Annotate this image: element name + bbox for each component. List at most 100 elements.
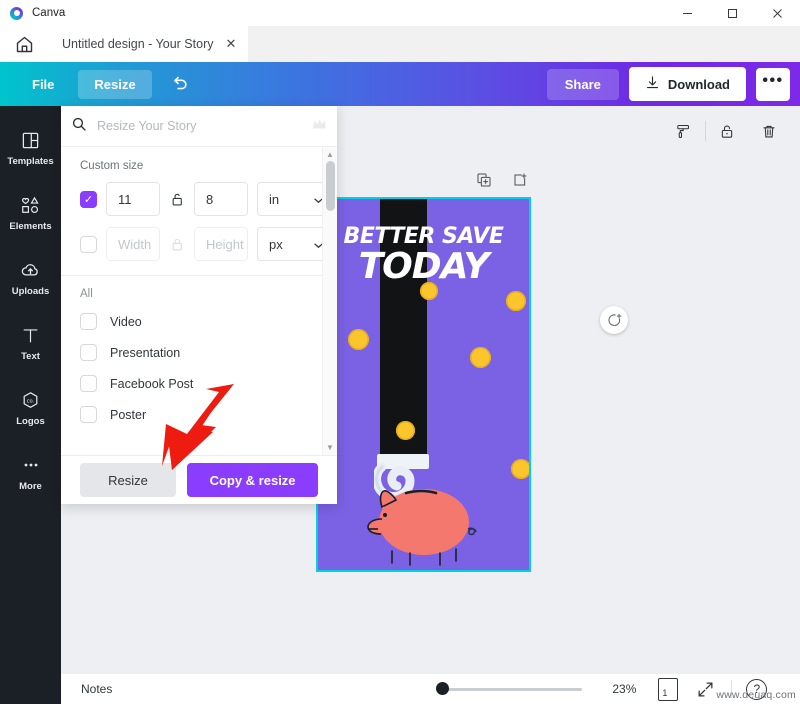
top-bar-actions: Share Download •••: [547, 67, 790, 101]
sidebar-item-templates[interactable]: Templates: [0, 120, 61, 175]
file-menu-button[interactable]: File: [18, 70, 68, 99]
sidebar-item-text[interactable]: Text: [0, 315, 61, 370]
option-checkbox[interactable]: [80, 344, 97, 361]
coin-graphic: [420, 282, 438, 300]
add-page-icon[interactable]: [512, 172, 528, 193]
page-count-icon[interactable]: 1: [658, 678, 678, 701]
lock-open-icon[interactable]: [169, 192, 185, 207]
page-tools: [476, 172, 528, 193]
sidebar-item-label: Templates: [7, 156, 53, 167]
search-icon: [71, 116, 87, 137]
sidebar-item-label: Uploads: [12, 286, 49, 297]
lock-closed-icon[interactable]: [169, 237, 185, 252]
unit-select-1-value: in: [269, 192, 279, 207]
download-label: Download: [668, 77, 730, 92]
left-sidebar: Templates Elements Uploads: [0, 106, 61, 704]
logo-hexagon-icon: co.: [20, 389, 41, 411]
sidebar-item-label: Text: [21, 351, 40, 362]
canva-editor-window: Canva Untitled design - Your Story ✕: [0, 0, 800, 704]
option-label: Poster: [110, 408, 146, 422]
download-button[interactable]: Download: [629, 67, 746, 101]
notes-button[interactable]: Notes: [81, 682, 112, 696]
minimize-icon[interactable]: [665, 0, 710, 26]
document-tab-label: Untitled design - Your Story: [62, 37, 213, 51]
share-button[interactable]: Share: [547, 69, 619, 100]
paint-roller-icon[interactable]: [662, 123, 705, 140]
sidebar-item-label: More: [19, 481, 42, 492]
height-input-1[interactable]: 8: [194, 182, 248, 216]
undo-arrow-icon[interactable]: [168, 73, 190, 95]
home-icon[interactable]: [0, 26, 48, 62]
resize-search-input[interactable]: Resize Your Story: [97, 119, 196, 133]
width-input-1[interactable]: 11: [106, 182, 160, 216]
design-heading-line2: TODAY: [318, 246, 529, 287]
resize-menu-button[interactable]: Resize: [78, 70, 151, 99]
sidebar-item-uploads[interactable]: Uploads: [0, 250, 61, 305]
more-dots-icon: [21, 454, 41, 476]
close-icon[interactable]: ✕: [223, 36, 238, 52]
rotate-handle-icon[interactable]: [600, 306, 628, 334]
zoom-slider[interactable]: [442, 688, 582, 691]
svg-text:co.: co.: [27, 398, 35, 404]
lock-open-icon[interactable]: [706, 123, 748, 140]
scrollbar-thumb[interactable]: [326, 161, 335, 211]
unit-select-2-value: px: [269, 237, 283, 252]
os-title-bar: Canva: [0, 0, 800, 26]
sidebar-item-logos[interactable]: co. Logos: [0, 380, 61, 435]
zoom-slider-track[interactable]: [442, 688, 582, 691]
more-options-button[interactable]: •••: [756, 68, 790, 101]
text-t-icon: [21, 324, 40, 346]
height-input-2[interactable]: Height: [194, 227, 248, 261]
editor-top-bar: File Resize Share Download •••: [0, 62, 800, 106]
coin-graphic: [470, 347, 491, 368]
crown-premium-icon: [312, 117, 327, 135]
option-checkbox[interactable]: [80, 375, 97, 392]
resize-option-presentation[interactable]: Presentation: [61, 337, 337, 368]
design-page[interactable]: ☻ BETTER SAVE TODAY: [318, 199, 529, 570]
maximize-icon[interactable]: [710, 0, 755, 26]
app-name: Canva: [32, 7, 65, 19]
trash-icon[interactable]: [748, 123, 790, 140]
option-checkbox[interactable]: [80, 406, 97, 423]
duplicate-page-icon[interactable]: [476, 172, 492, 193]
coin-graphic: [396, 421, 415, 440]
option-checkbox[interactable]: [80, 313, 97, 330]
object-toolbar: [662, 114, 790, 148]
sidebar-item-elements[interactable]: Elements: [0, 185, 61, 240]
close-icon[interactable]: [755, 0, 800, 26]
expand-fullscreen-icon[interactable]: [696, 680, 715, 699]
canva-logo-icon: [10, 7, 23, 20]
tab-strip: Untitled design - Your Story ✕: [0, 26, 800, 62]
elements-shapes-icon: [20, 194, 41, 216]
custom-size-checkbox-1[interactable]: ✓: [80, 191, 97, 208]
window-controls: [665, 0, 800, 26]
all-group-label: All: [61, 276, 337, 306]
scroll-up-arrow-icon[interactable]: ▲: [326, 150, 334, 159]
zoom-percent-label: 23%: [612, 682, 636, 696]
page-number: 1: [662, 688, 667, 698]
upload-cloud-icon: [20, 259, 41, 281]
width-input-2[interactable]: Width: [106, 227, 160, 261]
document-tab[interactable]: Untitled design - Your Story ✕: [48, 26, 248, 62]
scroll-down-arrow-icon[interactable]: ▼: [326, 443, 334, 452]
custom-size-row-2: Width Height px: [61, 227, 337, 272]
coin-graphic: [511, 459, 529, 479]
zoom-slider-knob[interactable]: [436, 682, 449, 695]
sidebar-item-more[interactable]: More: [0, 445, 61, 500]
resize-option-video[interactable]: Video: [61, 306, 337, 337]
custom-size-label: Custom size: [61, 147, 337, 182]
download-icon: [645, 75, 660, 93]
coin-graphic: [348, 329, 369, 350]
templates-grid-icon: [21, 129, 40, 151]
option-label: Video: [110, 315, 142, 329]
custom-size-checkbox-2[interactable]: [80, 236, 97, 253]
coin-graphic: [506, 291, 526, 311]
watermark: www.deuaq.com: [716, 689, 796, 701]
sidebar-item-label: Elements: [9, 221, 51, 232]
sidebar-item-label: Logos: [16, 416, 45, 427]
option-label: Presentation: [110, 346, 180, 360]
red-arrow-pointer-icon: [160, 378, 242, 483]
piggy-bank-graphic: [358, 477, 483, 567]
panel-scrollbar[interactable]: ▲ ▼: [322, 147, 337, 455]
resize-search-row[interactable]: Resize Your Story: [61, 106, 337, 147]
